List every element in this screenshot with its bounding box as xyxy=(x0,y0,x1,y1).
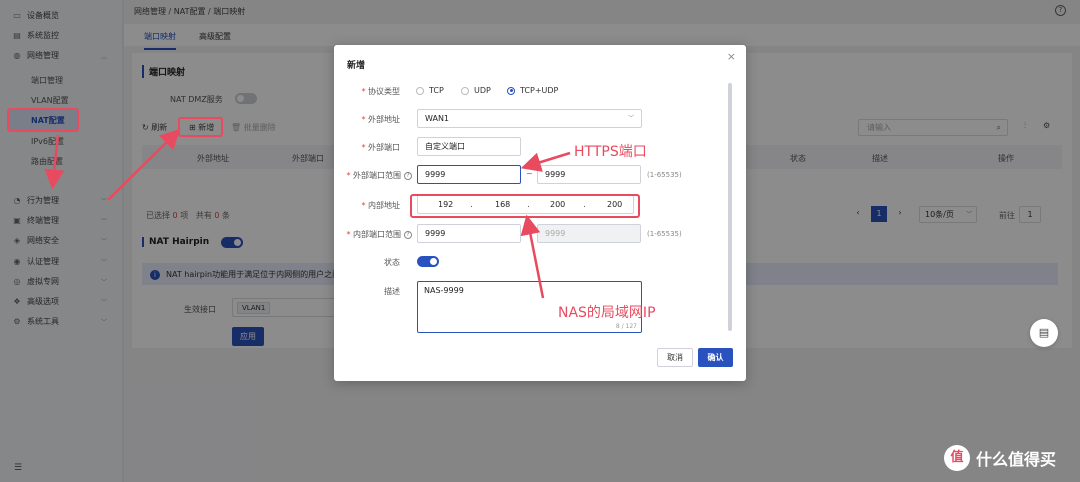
radio-circle xyxy=(461,86,469,95)
confirm-button[interactable]: 确认 xyxy=(698,348,733,367)
radio-circle-selected xyxy=(507,86,515,95)
ext-addr-value: WAN1 xyxy=(425,114,450,123)
close-icon[interactable]: × xyxy=(727,50,736,63)
range-hint: (1-65535) xyxy=(647,171,682,179)
watermark: 值 什么值得买 xyxy=(944,445,1056,471)
annotation-box-nat xyxy=(7,108,79,132)
ext-addr-label: * 外部地址 xyxy=(361,115,400,124)
chevron-down-icon: ﹀ xyxy=(627,115,634,122)
annotation-nas-ip: NAS的局域网IP xyxy=(558,305,656,321)
radio-tcp-udp[interactable]: TCP+UDP xyxy=(507,86,558,95)
radio-label: UDP xyxy=(474,86,491,95)
ext-range-from-input[interactable]: 9999 xyxy=(417,165,521,184)
radio-udp[interactable]: UDP xyxy=(461,86,491,95)
dialog-title: 新增 xyxy=(347,61,366,71)
annotation-box-add xyxy=(178,117,223,137)
radio-label: TCP xyxy=(429,86,444,95)
int-range-from-input[interactable]: 9999 xyxy=(417,224,521,243)
status-label: 状态 xyxy=(384,258,400,267)
ext-port-value: 自定义端口 xyxy=(425,142,465,151)
desc-label-wrap: 描述 xyxy=(334,286,400,300)
watermark-text: 什么值得买 xyxy=(976,450,1057,469)
radio-label: TCP+UDP xyxy=(520,86,559,95)
ext-addr-select[interactable]: WAN1 ﹀ xyxy=(417,109,642,128)
int-range-label-text: 内部端口范围 xyxy=(353,230,401,239)
int-addr-label-wrap: * 内部地址 xyxy=(334,200,400,214)
range-hint: (1-65535) xyxy=(647,230,682,238)
protocol-label: * 协议类型 xyxy=(361,87,400,96)
radio-circle xyxy=(416,86,424,95)
int-addr-label-text: 内部地址 xyxy=(368,201,400,210)
desc-label: 描述 xyxy=(384,287,400,296)
chat-icon[interactable]: ▤ xyxy=(1030,319,1058,347)
ext-addr-label-wrap: * 外部地址 xyxy=(334,114,400,128)
range-separator: ~ xyxy=(526,169,533,178)
ext-port-label-text: 外部端口 xyxy=(368,143,400,152)
desc-value: NAS-9999 xyxy=(424,286,464,295)
radio-tcp[interactable]: TCP xyxy=(416,86,444,95)
annotation-https-port: HTTPS端口 xyxy=(574,144,647,160)
ext-range-label: * 外部端口范围? xyxy=(346,170,412,181)
ext-range-label-text: 外部端口范围 xyxy=(353,171,401,180)
status-toggle[interactable] xyxy=(417,256,439,267)
status-label-wrap: 状态 xyxy=(334,257,400,271)
ext-range-to-input[interactable]: 9999 xyxy=(537,165,641,184)
ext-port-label-wrap: * 外部端口 xyxy=(334,142,400,156)
protocol-label-text: 协议类型 xyxy=(368,87,400,96)
annotation-box-ip xyxy=(410,194,640,218)
watermark-logo: 值 xyxy=(944,445,970,471)
ext-port-select[interactable]: 自定义端口 xyxy=(417,137,521,156)
ext-addr-label-text: 外部地址 xyxy=(368,115,400,124)
dialog-scrollbar[interactable] xyxy=(728,83,732,331)
int-addr-label: * 内部地址 xyxy=(361,201,400,210)
ext-range-label-wrap: * 外部端口范围? xyxy=(334,170,412,184)
int-range-label-wrap: * 内部端口范围? xyxy=(334,229,412,243)
int-range-label: * 内部端口范围? xyxy=(346,229,412,240)
help-icon[interactable]: ? xyxy=(404,171,412,180)
help-icon[interactable]: ? xyxy=(404,230,412,239)
ext-port-label: * 外部端口 xyxy=(361,143,400,152)
protocol-label-wrap: * 协议类型 xyxy=(334,86,400,100)
cancel-button[interactable]: 取消 xyxy=(657,348,693,367)
int-range-to-input: 9999 xyxy=(537,224,641,243)
desc-counter: 8 / 127 xyxy=(615,323,637,330)
